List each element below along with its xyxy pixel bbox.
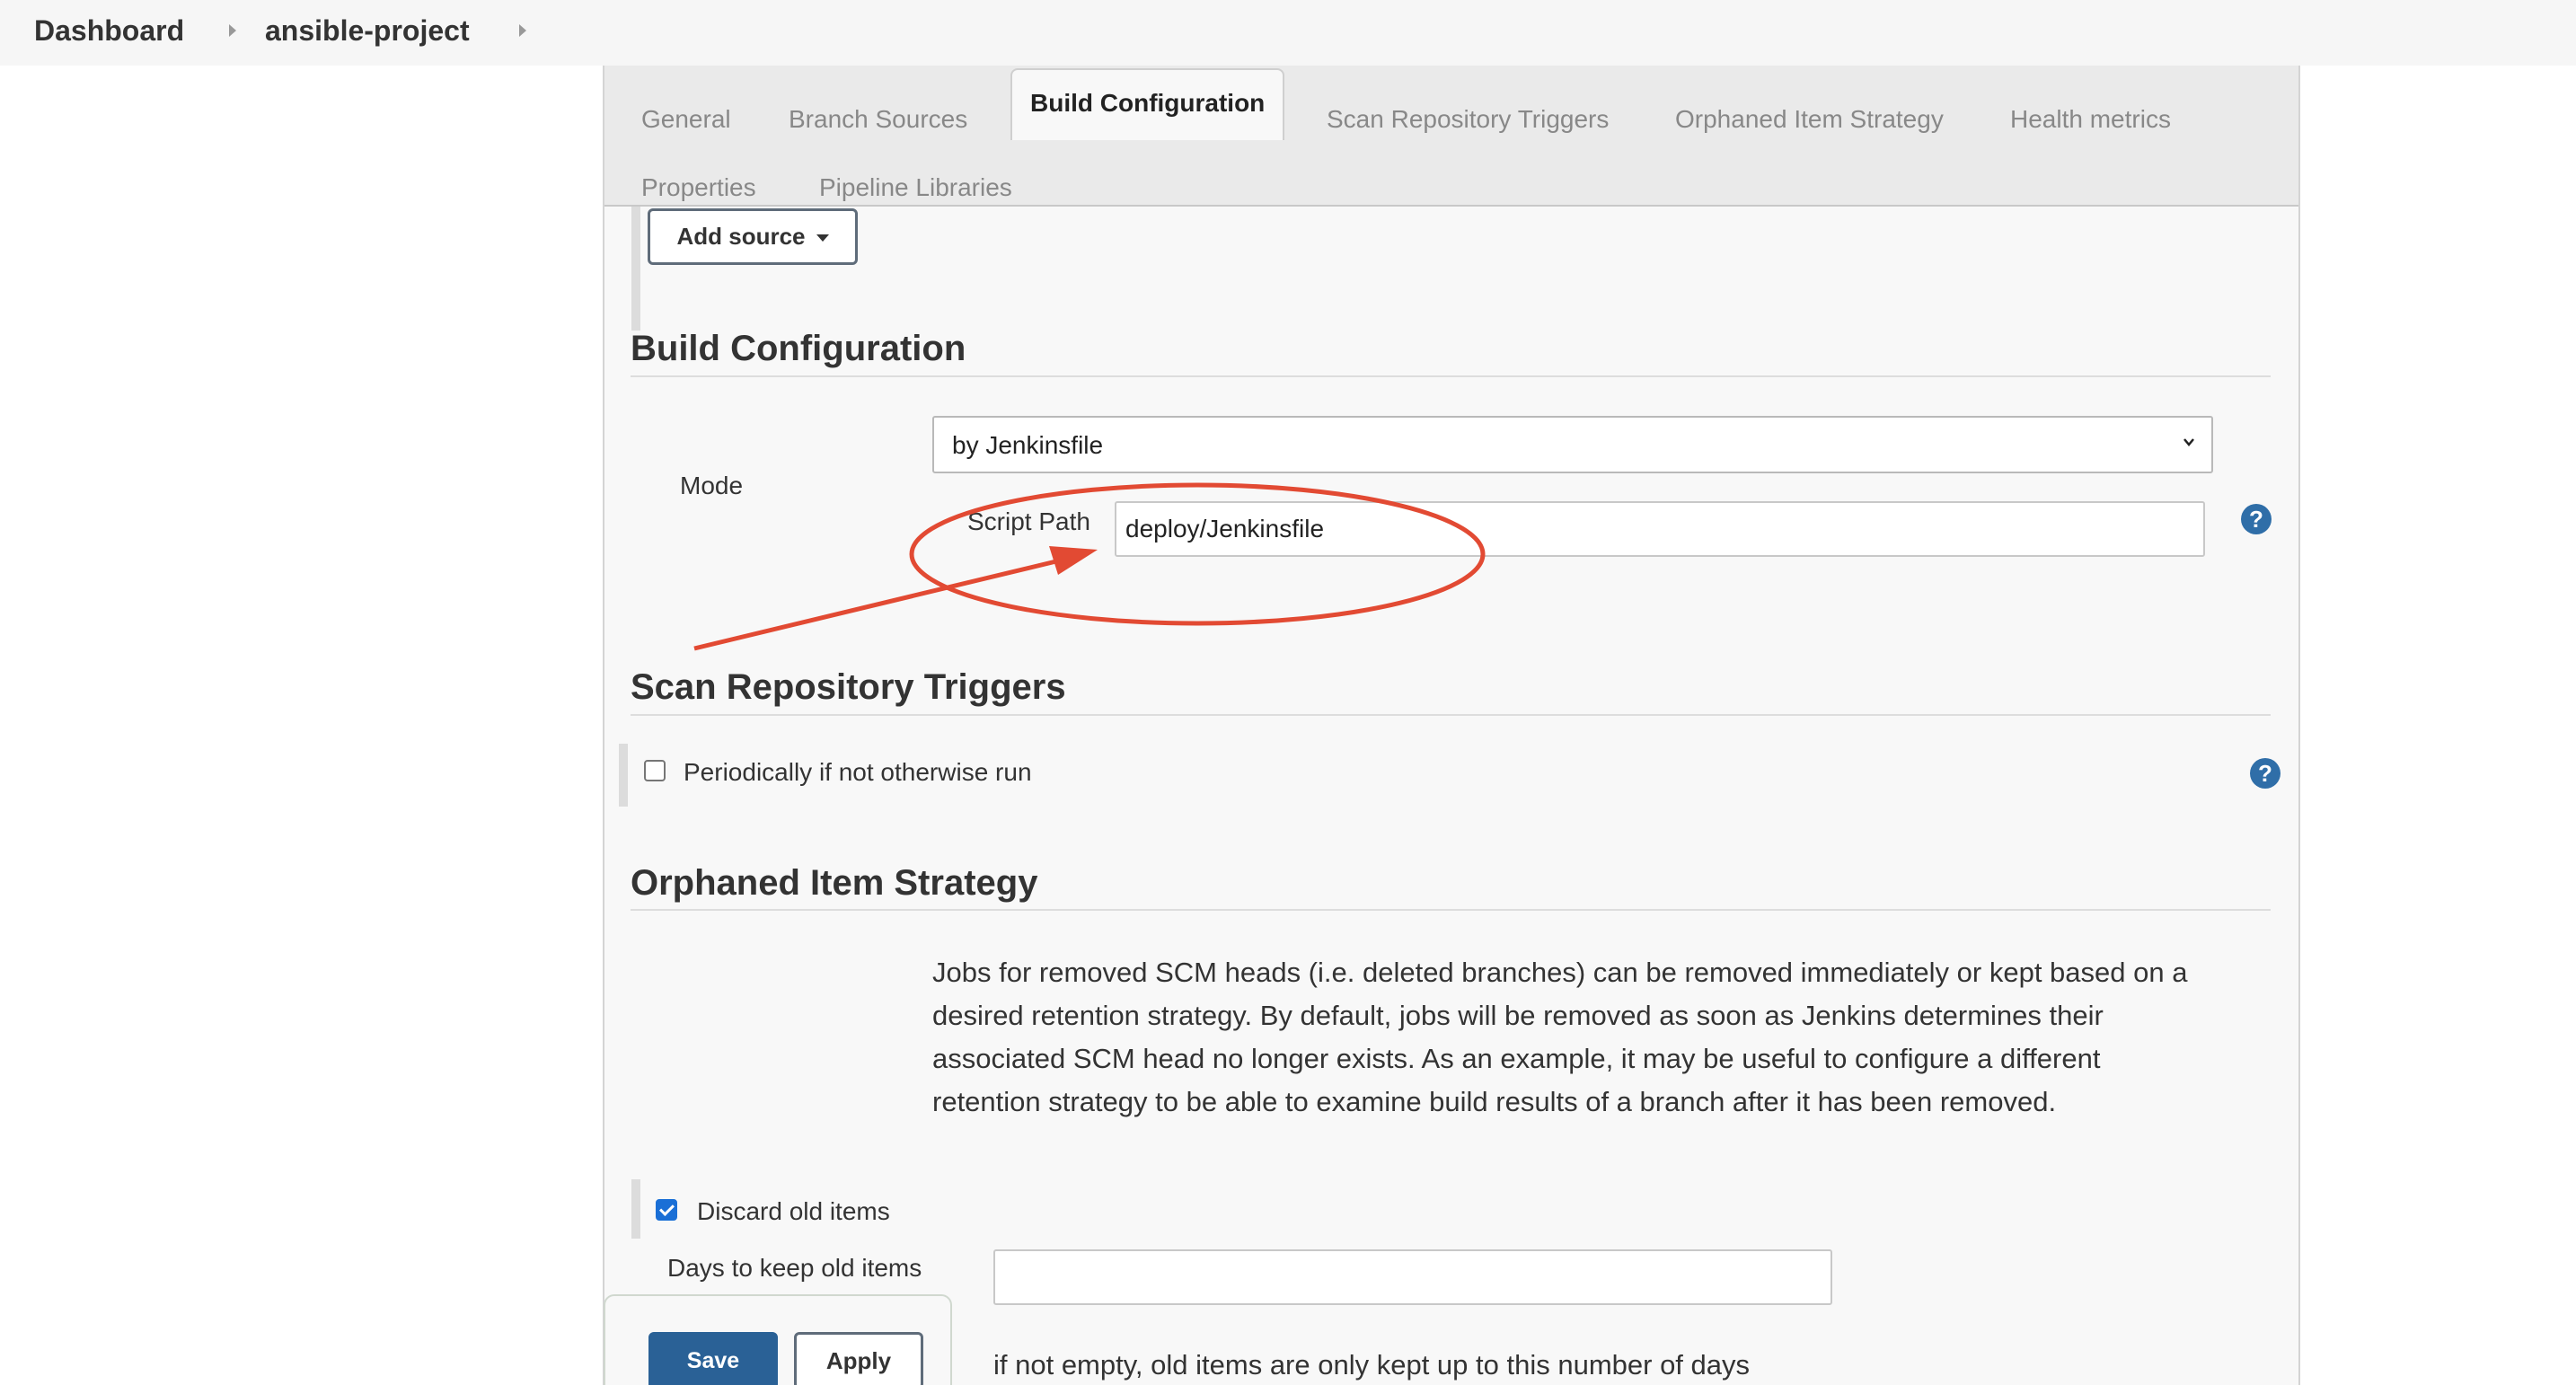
- breadcrumb-dashboard[interactable]: Dashboard: [34, 13, 184, 49]
- mode-label: Mode: [680, 472, 744, 499]
- script-path-label: Script Path: [967, 507, 1090, 535]
- section-indent-bar: [619, 744, 628, 807]
- form-actions-bar: Save Apply: [604, 1294, 952, 1385]
- help-icon[interactable]: ?: [2250, 758, 2280, 789]
- apply-button[interactable]: Apply: [794, 1332, 923, 1385]
- add-source-label: Add source: [676, 223, 806, 250]
- config-tabs: General Branch Sources Build Configurati…: [604, 66, 2298, 207]
- config-panel: General Branch Sources Build Configurati…: [603, 66, 2300, 1385]
- section-indent-bar: [631, 207, 640, 331]
- mode-select-value: by Jenkinsfile: [952, 431, 1104, 459]
- section-divider: [631, 714, 2271, 716]
- chevron-down-icon: [2183, 438, 2194, 446]
- section-divider: [631, 375, 2271, 377]
- jenkins-config-page: Dashboard ansible-project General Branch…: [0, 0, 2576, 1385]
- tab-pipeline-libraries[interactable]: Pipeline Libraries: [819, 172, 1012, 203]
- breadcrumb-project[interactable]: ansible-project: [265, 13, 470, 49]
- section-indent-bar: [631, 1179, 640, 1239]
- scan-repository-triggers-title: Scan Repository Triggers: [631, 667, 1066, 707]
- tab-orphaned-item-strategy[interactable]: Orphaned Item Strategy: [1675, 104, 1944, 135]
- tab-branch-sources[interactable]: Branch Sources: [789, 104, 967, 135]
- build-configuration-title: Build Configuration: [631, 329, 966, 368]
- save-button[interactable]: Save: [648, 1332, 778, 1385]
- tab-properties[interactable]: Properties: [641, 172, 756, 203]
- orphaned-item-strategy-title: Orphaned Item Strategy: [631, 863, 1038, 903]
- tab-scan-repository-triggers[interactable]: Scan Repository Triggers: [1327, 104, 1609, 135]
- section-divider: [631, 909, 2271, 911]
- periodically-label: Periodically if not otherwise run: [684, 758, 1032, 786]
- chevron-right-icon: [229, 24, 236, 37]
- script-path-input[interactable]: [1115, 501, 2205, 557]
- chevron-right-icon[interactable]: [519, 24, 526, 37]
- breadcrumb: Dashboard ansible-project: [0, 0, 2576, 66]
- periodically-checkbox[interactable]: [644, 760, 666, 781]
- add-source-button[interactable]: Add source: [648, 208, 858, 265]
- mode-select[interactable]: by Jenkinsfile: [932, 416, 2213, 473]
- orphaned-description: Jobs for removed SCM heads (i.e. deleted…: [932, 957, 2188, 1117]
- caret-down-icon: [816, 234, 829, 243]
- tab-health-metrics[interactable]: Health metrics: [2010, 104, 2171, 135]
- discard-old-items-label: Discard old items: [697, 1197, 890, 1225]
- tab-general[interactable]: General: [641, 104, 731, 135]
- days-to-keep-hint: if not empty, old items are only kept up…: [993, 1349, 1751, 1381]
- days-to-keep-label: Days to keep old items: [667, 1254, 922, 1282]
- help-icon[interactable]: ?: [2241, 504, 2272, 534]
- days-to-keep-input[interactable]: [993, 1249, 1832, 1305]
- discard-old-items-checkbox[interactable]: [656, 1199, 677, 1221]
- tab-build-configuration[interactable]: Build Configuration: [1010, 68, 1285, 140]
